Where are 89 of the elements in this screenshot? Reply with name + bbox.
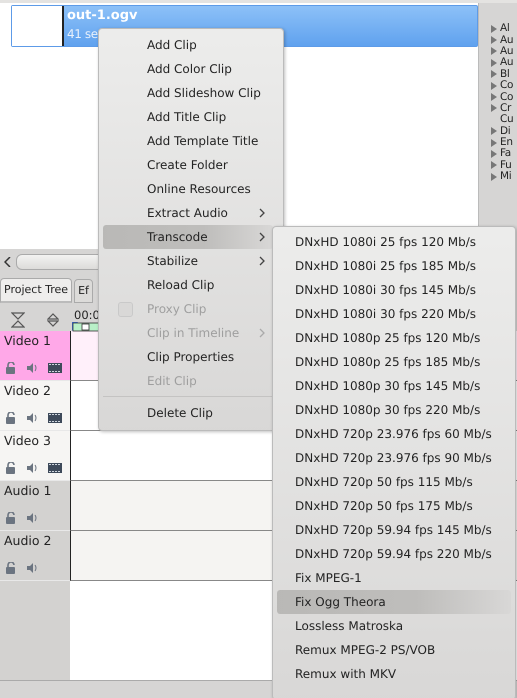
- tab[interactable]: Project Tree: [0, 278, 72, 303]
- menu-item[interactable]: Extract Audio: [103, 201, 273, 225]
- menu-item[interactable]: DNxHD 1080p 30 fps 220 Mb/s: [277, 398, 511, 422]
- expand-arrow-icon[interactable]: [491, 104, 497, 112]
- expand-arrow-icon[interactable]: [491, 24, 497, 33]
- menu-item[interactable]: DNxHD 720p 23.976 fps 90 Mb/s: [277, 446, 511, 470]
- menu-item[interactable]: Clip Properties: [103, 345, 273, 369]
- menu-item[interactable]: DNxHD 1080p 30 fps 145 Mb/s: [277, 374, 511, 398]
- effect-item[interactable]: Cu: [500, 114, 514, 126]
- tab[interactable]: Ef: [74, 279, 93, 303]
- track-header[interactable]: Video 2: [0, 381, 70, 431]
- menu-item[interactable]: Remux MPEG-2 PS/VOB: [277, 638, 511, 662]
- track-name: Video 2: [4, 383, 52, 398]
- expand-arrow-icon[interactable]: [491, 47, 497, 56]
- menu-item[interactable]: Add Template Title: [103, 129, 273, 153]
- effect-item[interactable]: Fa: [500, 148, 511, 160]
- expand-arrow-icon[interactable]: [491, 93, 497, 102]
- track-name: Audio 2: [4, 533, 52, 548]
- film-icon[interactable]: [48, 462, 62, 474]
- menu-item[interactable]: Remux with MKV: [277, 662, 511, 686]
- menu-item[interactable]: Add Slideshow Clip: [103, 81, 273, 105]
- clip-name: out-1.ogv: [67, 7, 138, 25]
- collapse-icon[interactable]: [11, 312, 25, 328]
- effect-item[interactable]: En: [500, 137, 513, 148]
- effect-item[interactable]: Au: [500, 34, 514, 46]
- effect-item[interactable]: Bl: [500, 68, 510, 80]
- speaker-icon[interactable]: [26, 362, 38, 374]
- lock-icon[interactable]: [5, 412, 16, 424]
- menu-item[interactable]: DNxHD 1080p 25 fps 120 Mb/s: [277, 326, 511, 350]
- menu-item[interactable]: DNxHD 720p 50 fps 115 Mb/s: [277, 470, 511, 494]
- effect-item[interactable]: Al: [500, 23, 510, 34]
- scroll-left-icon[interactable]: [4, 257, 12, 267]
- menu-item[interactable]: DNxHD 720p 23.976 fps 60 Mb/s: [277, 422, 511, 446]
- effect-item[interactable]: Mi: [500, 171, 512, 182]
- expand-arrow-icon[interactable]: [491, 172, 497, 181]
- lock-icon[interactable]: [5, 512, 16, 524]
- menu-item[interactable]: Add Color Clip: [103, 57, 273, 81]
- menu-item[interactable]: Delete Clip: [103, 401, 273, 425]
- effect-item[interactable]: Fu: [500, 160, 512, 171]
- menu-item[interactable]: Add Title Clip: [103, 105, 273, 129]
- track-header[interactable]: Video 3: [0, 431, 70, 481]
- film-icon[interactable]: [48, 412, 62, 424]
- speaker-icon[interactable]: [26, 412, 38, 424]
- menu-item[interactable]: Transcode: [103, 225, 273, 249]
- menu-item[interactable]: Reload Clip: [103, 273, 273, 297]
- track-name: Audio 1: [4, 483, 52, 498]
- effect-item[interactable]: Au: [500, 57, 514, 68]
- menu-item[interactable]: DNxHD 1080i 30 fps 145 Mb/s: [277, 278, 511, 302]
- expand-arrow-icon[interactable]: [491, 161, 497, 170]
- effect-item[interactable]: Co: [500, 80, 514, 92]
- menu-item[interactable]: Create Folder: [103, 153, 273, 177]
- menu-item[interactable]: DNxHD 1080i 25 fps 185 Mb/s: [277, 254, 511, 278]
- lock-icon[interactable]: [5, 562, 16, 574]
- menu-item[interactable]: DNxHD 720p 59.94 fps 220 Mb/s: [277, 542, 511, 566]
- expand-icon[interactable]: [47, 312, 59, 326]
- menu-item[interactable]: DNxHD 1080i 30 fps 220 Mb/s: [277, 302, 511, 326]
- track-header[interactable]: Audio 1: [0, 481, 70, 531]
- film-icon[interactable]: [48, 362, 62, 374]
- expand-arrow-icon[interactable]: [491, 70, 497, 78]
- effect-item[interactable]: Cr: [500, 102, 512, 114]
- expand-arrow-icon[interactable]: [491, 150, 497, 158]
- menu-item[interactable]: Fix MPEG-1: [277, 566, 511, 590]
- clip-duration: 41 se: [67, 26, 99, 43]
- expand-arrow-icon[interactable]: [491, 138, 497, 147]
- speaker-icon[interactable]: [26, 512, 38, 524]
- lock-icon[interactable]: [5, 362, 16, 374]
- menu-item[interactable]: DNxHD 720p 59.94 fps 145 Mb/s: [277, 518, 511, 542]
- menu-item[interactable]: Online Resources: [103, 177, 273, 201]
- expand-arrow-icon[interactable]: [491, 82, 497, 90]
- menu-item[interactable]: DNxHD 1080p 25 fps 185 Mb/s: [277, 350, 511, 374]
- effect-item[interactable]: Di: [500, 126, 510, 137]
- menu-item[interactable]: DNxHD 720p 50 fps 175 Mb/s: [277, 494, 511, 518]
- expand-arrow-icon[interactable]: [491, 127, 497, 136]
- lock-icon[interactable]: [5, 462, 16, 474]
- track-name: Video 1: [4, 333, 52, 348]
- track-header[interactable]: Video 1: [0, 331, 70, 381]
- speaker-icon[interactable]: [26, 462, 38, 474]
- track-name: Video 3: [4, 433, 52, 448]
- menu-item[interactable]: Stabilize: [103, 249, 273, 273]
- menu-item[interactable]: Fix Ogg Theora: [277, 590, 511, 614]
- menu-item[interactable]: Lossless Matroska: [277, 614, 511, 638]
- expand-arrow-icon[interactable]: [491, 58, 497, 67]
- effect-item[interactable]: Au: [500, 46, 514, 57]
- menu-item[interactable]: DNxHD 1080i 25 fps 120 Mb/s: [277, 230, 511, 254]
- clip-thumbnail: [12, 6, 64, 46]
- effect-item[interactable]: Co: [500, 92, 514, 103]
- speaker-icon[interactable]: [26, 562, 38, 574]
- expand-arrow-icon[interactable]: [491, 36, 497, 44]
- track-header[interactable]: Audio 2: [0, 531, 70, 581]
